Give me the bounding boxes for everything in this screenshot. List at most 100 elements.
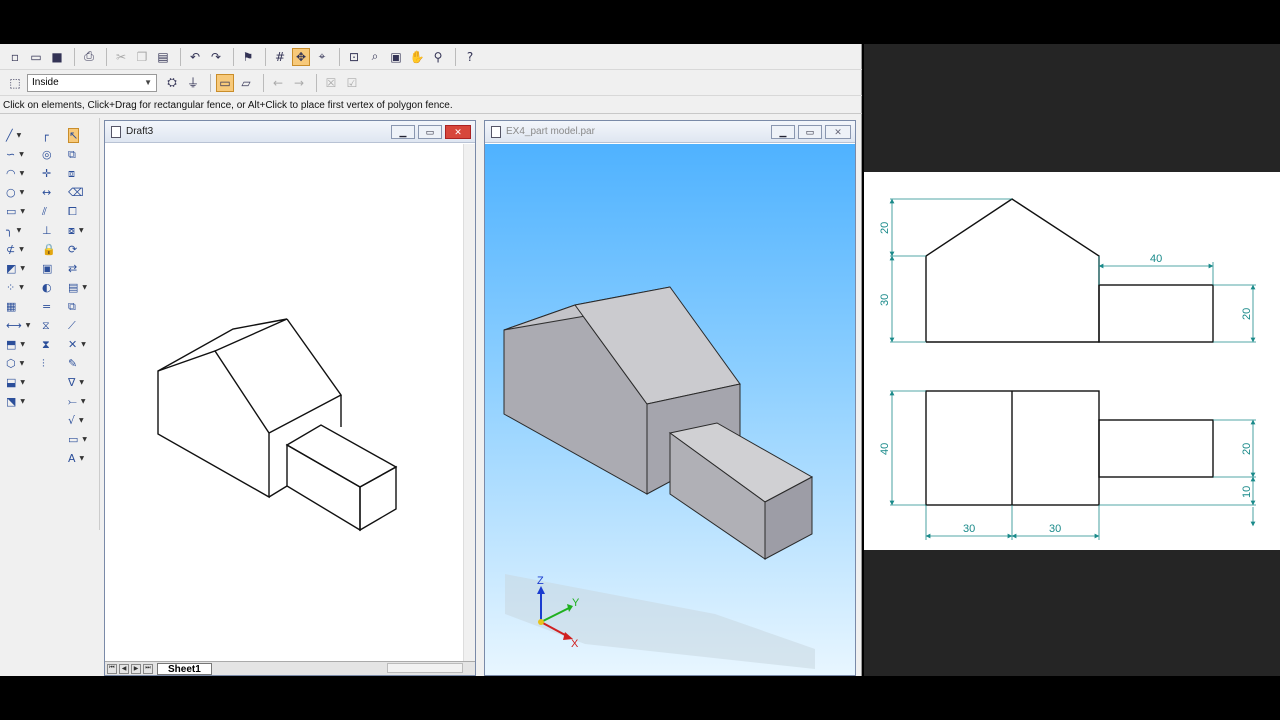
model-shadow — [505, 574, 815, 669]
print-icon[interactable]: ⎙ — [80, 48, 98, 66]
toolbar-separator — [233, 47, 234, 66]
part-window[interactable]: EX4_part model.par ▁ ▭ ✕ Z Y X — [484, 120, 856, 676]
select-tool[interactable]: ↖ — [68, 126, 98, 145]
zoom-area-icon[interactable]: ⊡ — [345, 48, 363, 66]
flip-tool[interactable]: ⇄ — [68, 259, 98, 278]
layer-icon[interactable]: ⛭ — [163, 74, 181, 92]
flip-icon: ⇄ — [68, 262, 78, 275]
circle-tool[interactable]: ○ ▼ — [6, 183, 36, 202]
draft-window[interactable]: Draft3 ▁ ▭ ✕ ⏮ ◀ ▶ ⏭ Sheet1 — [104, 120, 476, 676]
save-icon[interactable]: ■ — [48, 48, 66, 66]
rotate-tool[interactable]: ⟳ — [68, 240, 98, 259]
block-icon: ⧉ — [68, 299, 76, 313]
close-button[interactable]: ✕ — [825, 125, 851, 139]
copy-icon[interactable]: ❐ — [133, 48, 151, 66]
cut-icon[interactable]: ✂ — [112, 48, 130, 66]
delete-tool[interactable]: ⌫ — [68, 183, 98, 202]
rectangle-fence-icon[interactable]: ▭ — [216, 73, 234, 92]
fence-mode-select[interactable]: Inside ▼ — [27, 73, 157, 92]
relationships-icon[interactable]: ⌖ — [313, 48, 331, 66]
filter-icon[interactable]: ⏚ — [184, 74, 202, 92]
search-icon[interactable]: ⚲ — [429, 48, 447, 66]
sketch-tool[interactable]: ⬔ ▼ — [6, 392, 36, 411]
redo-icon[interactable]: ↷ — [207, 48, 225, 66]
toolbar-separator — [265, 47, 266, 66]
last-sheet-button[interactable]: ⏭ — [143, 663, 153, 674]
undo-icon[interactable]: ↶ — [186, 48, 204, 66]
first-sheet-button[interactable]: ⏮ — [107, 663, 117, 674]
move-icon: ⧉ — [68, 147, 76, 161]
callout-tool[interactable]: ✎ — [68, 354, 98, 373]
model-viewport[interactable]: Z Y X — [485, 144, 855, 675]
surface-texture-tool[interactable]: √ ▼ — [68, 411, 98, 430]
chevron-down-icon: ▼ — [19, 189, 25, 196]
top-view — [925, 390, 1214, 506]
new-file-icon[interactable]: ▫ — [6, 48, 24, 66]
minimize-button[interactable]: ▁ — [771, 125, 795, 139]
next-sheet-button[interactable]: ▶ — [131, 663, 141, 674]
rectangle-tool[interactable]: ▭ ▼ — [6, 202, 36, 221]
paste-icon[interactable]: ▤ — [154, 48, 172, 66]
solid-model-canvas: Z Y X — [503, 286, 815, 669]
offset-icon: ◎ — [42, 148, 52, 161]
zoom-icon[interactable]: ⌕ — [366, 48, 384, 66]
next-icon[interactable]: → — [290, 74, 308, 92]
part-window-titlebar[interactable]: EX4_part model.par ▁ ▭ ✕ — [485, 121, 855, 143]
leader-tool[interactable]: ∇ ▼ — [68, 373, 98, 392]
document-icon — [111, 125, 121, 138]
flag-icon[interactable]: ⚑ — [239, 48, 257, 66]
toolbar-separator — [106, 47, 107, 66]
deselect-icon[interactable]: ☒ — [322, 74, 340, 92]
intellisketch-icon[interactable]: ✥ — [292, 47, 310, 66]
pan-icon[interactable]: ✋ — [408, 48, 426, 66]
stretch-tool[interactable]: ⧠ — [68, 202, 98, 221]
table-tool[interactable]: ▤ ▼ — [68, 278, 98, 297]
arc-icon: ◠ — [6, 167, 16, 180]
chevron-down-icon: ▼ — [82, 284, 88, 291]
horizontal-scrollbar[interactable] — [387, 663, 463, 673]
sheet-tab[interactable]: Sheet1 — [157, 662, 212, 675]
scale-tool[interactable]: ⧇ ▼ — [68, 221, 98, 240]
maximize-button[interactable]: ▭ — [418, 125, 442, 139]
cube-view-tool[interactable]: ⬡ ▼ — [6, 354, 36, 373]
measure-tool[interactable]: ⟋ — [68, 316, 98, 335]
section-tool[interactable]: ⬓ ▼ — [6, 373, 36, 392]
fill-tool[interactable]: ◩ ▼ — [6, 259, 36, 278]
fillet-tool[interactable]: ╮ ▼ — [6, 221, 36, 240]
table-icon: ▤ — [68, 281, 79, 294]
weld-tool[interactable]: ⤚ ▼ — [68, 392, 98, 411]
pattern-tool[interactable]: ⁘ ▼ — [6, 278, 36, 297]
dimension-tool[interactable]: ⟷ ▼ — [6, 316, 36, 335]
close-button[interactable]: ✕ — [445, 125, 471, 139]
trim-tool[interactable]: ⊄ ▼ — [6, 240, 36, 259]
draft-window-titlebar[interactable]: Draft3 ▁ ▭ ✕ — [105, 121, 475, 143]
arc-tool[interactable]: ◠ ▼ — [6, 164, 36, 183]
previous-icon[interactable]: ← — [269, 74, 287, 92]
chevron-down-icon: ▼ — [19, 246, 24, 253]
copy-tool[interactable]: ⧈ — [68, 164, 98, 183]
text-tool[interactable]: A ▼ — [68, 449, 98, 468]
curve-tool[interactable]: ∽ ▼ — [6, 145, 36, 164]
isometric-sketch-canvas[interactable] — [105, 144, 463, 662]
circle-icon: ○ — [6, 186, 16, 199]
align-icon: ⫶ — [42, 356, 45, 370]
polygon-fence-icon[interactable]: ▱ — [237, 74, 255, 92]
accept-icon[interactable]: ☑ — [343, 74, 361, 92]
open-folder-icon[interactable]: ▭ — [27, 48, 45, 66]
vertical-scrollbar[interactable] — [463, 144, 475, 661]
help-icon[interactable]: ? — [461, 48, 479, 66]
move-tool[interactable]: ⧉ — [68, 145, 98, 164]
line-tool[interactable]: ╱ ▼ — [6, 126, 36, 145]
minimize-button[interactable]: ▁ — [391, 125, 415, 139]
block-tool[interactable]: ⧉ — [68, 297, 98, 316]
prev-sheet-button[interactable]: ◀ — [119, 663, 129, 674]
feature-control-tool[interactable]: ▭ ▼ — [68, 430, 98, 449]
dim-value-top-depth: 40 — [879, 443, 891, 455]
view-tool[interactable]: ⬒ ▼ — [6, 335, 36, 354]
break-tool[interactable]: ✕ ▼ — [68, 335, 98, 354]
image-tool[interactable]: ▦ — [6, 297, 36, 316]
fit-icon[interactable]: ▣ — [387, 48, 405, 66]
maximize-button[interactable]: ▭ — [798, 125, 822, 139]
select-tool-options-icon[interactable]: ⬚ — [6, 74, 24, 92]
grid-icon[interactable]: # — [271, 48, 289, 66]
